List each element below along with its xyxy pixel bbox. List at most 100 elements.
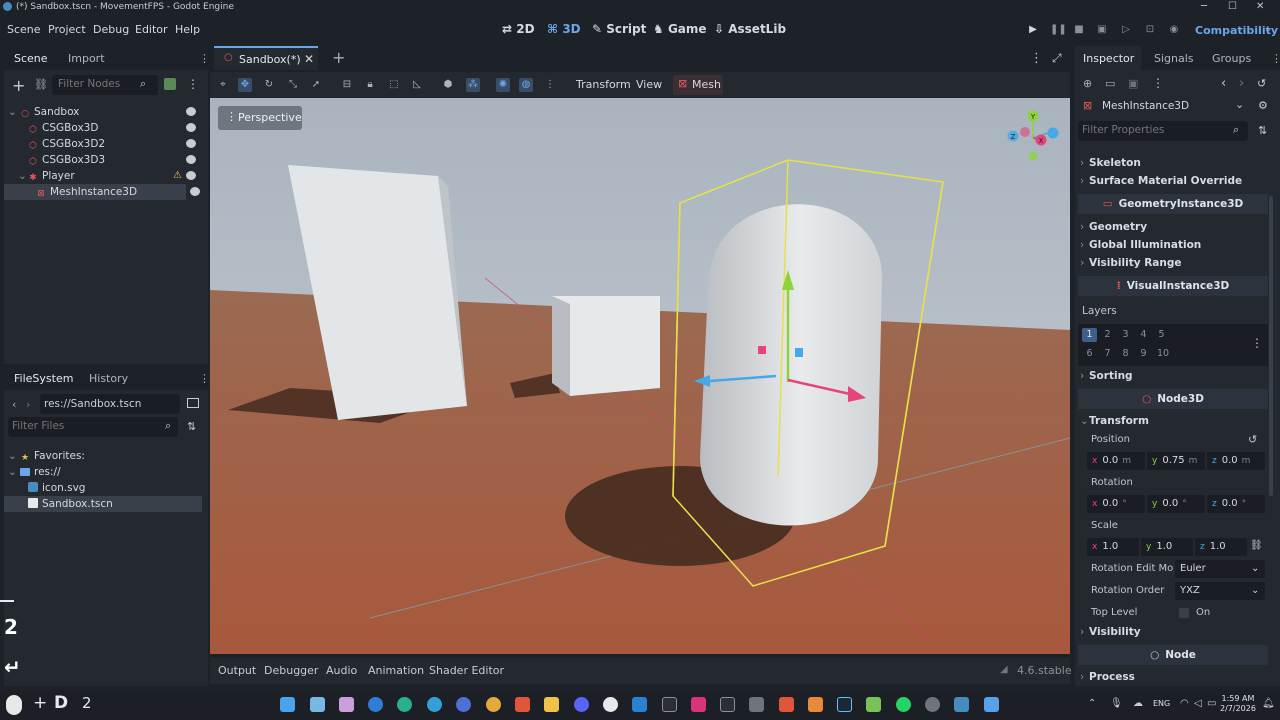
section-skeleton[interactable]: › Skeleton xyxy=(1080,157,1141,169)
edge-browser-icon[interactable] xyxy=(368,697,383,712)
app-icon[interactable] xyxy=(749,697,764,712)
local-space-icon[interactable]: ⬢ xyxy=(441,78,455,92)
dock-menu-icon[interactable]: ⋮ xyxy=(1271,52,1280,65)
gizmo-neg-y-ball[interactable] xyxy=(1028,151,1038,161)
update-spinner-icon[interactable]: ◢ xyxy=(1000,664,1008,675)
forward-icon[interactable]: › xyxy=(26,398,30,411)
filter-properties-input[interactable] xyxy=(1078,121,1228,139)
snap-icon[interactable]: ⁂ xyxy=(466,78,480,92)
tab-groups[interactable]: Groups xyxy=(1212,52,1251,65)
sort-icon[interactable]: ⇅ xyxy=(187,420,196,433)
browser-icon[interactable] xyxy=(456,697,471,712)
section-sorting[interactable]: › Sorting xyxy=(1080,370,1133,382)
view-menu[interactable]: View xyxy=(636,78,662,91)
rotate-mode-icon[interactable]: ↻ xyxy=(262,78,276,92)
filter-files-field[interactable]: ⌕ xyxy=(8,417,178,437)
layer-1-toggle[interactable]: 1 xyxy=(1082,328,1097,342)
section-transform[interactable]: ⌄ Transform xyxy=(1080,415,1149,427)
section-visibility[interactable]: › Visibility xyxy=(1080,626,1141,638)
rotation-y-field[interactable]: y 0.0 ° xyxy=(1147,495,1205,513)
app-icon[interactable] xyxy=(808,697,823,712)
link-icon[interactable]: ⛓ xyxy=(34,78,48,91)
ruler-icon[interactable]: ⊟ xyxy=(340,78,354,92)
movie-maker-icon[interactable]: ◉ xyxy=(1168,24,1180,36)
wifi-icon[interactable]: ◠ xyxy=(1180,698,1189,709)
script-icon[interactable] xyxy=(164,78,176,90)
visibility-eye-icon[interactable] xyxy=(186,107,196,116)
layer-7-toggle[interactable]: 7 xyxy=(1100,347,1115,361)
file-item-sandbox-tscn[interactable]: Sandbox.tscn xyxy=(4,496,202,512)
layers-menu-icon[interactable]: ⋮ xyxy=(1251,336,1263,350)
browser-icon[interactable] xyxy=(397,697,412,712)
top-level-checkbox[interactable]: On xyxy=(1179,606,1249,622)
terminal-icon[interactable] xyxy=(720,697,735,712)
add-scene-tab-button[interactable]: + xyxy=(332,48,345,67)
app-icon[interactable] xyxy=(779,697,794,712)
play-custom-icon[interactable]: ⊡ xyxy=(1144,24,1156,36)
favorites-item[interactable]: ⌄ ★ Favorites: xyxy=(4,448,204,464)
remote-debug-icon[interactable]: ▣ xyxy=(1096,24,1108,36)
menu-editor[interactable]: Editor xyxy=(135,23,168,36)
layer-9-toggle[interactable]: 9 xyxy=(1136,347,1151,361)
tab-debugger[interactable]: Debugger xyxy=(264,664,318,677)
visibility-eye-icon[interactable] xyxy=(186,123,196,132)
chevron-up-icon[interactable]: ⌃ xyxy=(1088,698,1096,709)
history-forward-icon[interactable]: › xyxy=(1239,76,1244,91)
battery-icon[interactable]: ▭ xyxy=(1207,698,1216,709)
close-tab-icon[interactable]: ✕ xyxy=(304,52,314,66)
dock-menu-icon[interactable]: ⋮ xyxy=(199,52,210,65)
filter-properties-field[interactable]: ⌕ xyxy=(1078,121,1248,141)
distraction-free-icon[interactable]: ⤢ xyxy=(1052,51,1062,66)
maximize-icon[interactable]: ☐ xyxy=(1228,0,1237,14)
vscode-icon[interactable] xyxy=(632,697,647,712)
layer-3-toggle[interactable]: 3 xyxy=(1118,328,1133,342)
file-item-icon-svg[interactable]: icon.svg xyxy=(4,480,204,496)
res-folder-item[interactable]: ⌄ res:// xyxy=(4,464,204,480)
tree-item-meshinstance3d[interactable]: ⊠ MeshInstance3D xyxy=(4,184,186,200)
notepad-icon[interactable] xyxy=(984,697,999,712)
task-view-icon[interactable] xyxy=(310,697,325,712)
rotation-z-field[interactable]: z 0.0 ° xyxy=(1207,495,1265,513)
gizmo-plane-handle[interactable] xyxy=(795,348,803,357)
dock-menu-icon[interactable]: ⋮ xyxy=(199,372,210,385)
section-geometry[interactable]: › Geometry xyxy=(1080,221,1147,233)
brave-icon[interactable] xyxy=(515,697,530,712)
path-field[interactable]: res://Sandbox.tscn xyxy=(40,394,180,414)
tree-item-player[interactable]: ⌄ ✱ Player ⚠ xyxy=(4,168,204,184)
tree-item-sandbox[interactable]: ⌄ ○ Sandbox xyxy=(4,104,204,120)
resource-menu-icon[interactable]: ⋮ xyxy=(1152,76,1164,90)
rotation-order-select[interactable]: YXZ ⌄ xyxy=(1175,582,1265,600)
warning-icon[interactable]: ⚠ xyxy=(173,168,182,184)
node-type-selector[interactable]: ⊠ MeshInstance3D ⌄ xyxy=(1078,96,1258,116)
github-icon[interactable] xyxy=(603,697,618,712)
select-mode-icon[interactable]: ⌖ xyxy=(216,78,230,92)
tab-inspector[interactable]: Inspector xyxy=(1083,52,1134,65)
new-resource-icon[interactable]: ⊕ xyxy=(1083,77,1092,90)
godot-taskbar-icon[interactable] xyxy=(954,697,969,712)
position-x-field[interactable]: x 0.0 m xyxy=(1087,452,1145,470)
section-global-illumination[interactable]: › Global Illumination xyxy=(1080,239,1201,251)
steam-icon[interactable] xyxy=(837,697,852,712)
filter-nodes-input[interactable] xyxy=(52,75,142,93)
tabs-menu-icon[interactable]: ⋮ xyxy=(1030,51,1043,66)
tab-import[interactable]: Import xyxy=(68,52,105,65)
list-select-icon[interactable]: ➚ xyxy=(309,78,323,92)
minimize-icon[interactable]: ─ xyxy=(1201,0,1207,14)
mesh-menu[interactable]: ⊠ Mesh xyxy=(673,75,723,95)
gizmo-plane-handle[interactable] xyxy=(758,346,766,354)
scale-y-field[interactable]: y 1.0 xyxy=(1141,538,1193,556)
filter-options-icon[interactable]: ⇅ xyxy=(1258,124,1267,137)
tab-output[interactable]: Output xyxy=(218,664,256,677)
filter-nodes-field[interactable]: ⌕ xyxy=(52,75,158,95)
mode-3d-button[interactable]: ⌘ 3D xyxy=(547,22,581,36)
layer-4-toggle[interactable]: 4 xyxy=(1136,328,1151,342)
close-icon[interactable]: ✕ xyxy=(1256,0,1264,14)
link-icon[interactable]: ⛓ xyxy=(1250,540,1263,551)
windows-start-icon[interactable] xyxy=(280,697,295,712)
transform-menu[interactable]: Transform xyxy=(576,78,631,91)
tab-shader-editor[interactable]: Shader Editor xyxy=(429,664,504,677)
volume-icon[interactable]: ◁ xyxy=(1194,698,1202,709)
history-back-icon[interactable]: ‹ xyxy=(1221,76,1226,91)
menu-debug[interactable]: Debug xyxy=(93,23,129,36)
layer-8-toggle[interactable]: 8 xyxy=(1118,347,1133,361)
